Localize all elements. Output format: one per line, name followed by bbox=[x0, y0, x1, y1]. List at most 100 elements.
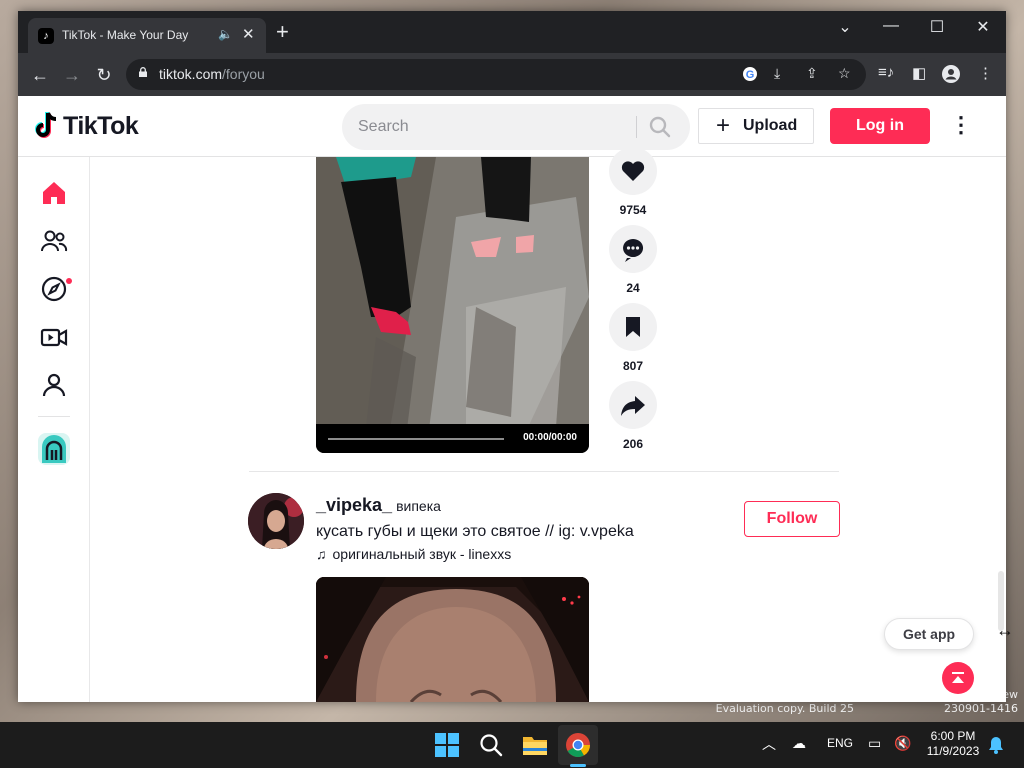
upload-button[interactable]: + Upload bbox=[698, 108, 814, 144]
new-tab-icon[interactable]: + bbox=[276, 21, 289, 43]
profile-icon[interactable] bbox=[942, 65, 960, 83]
chevron-down-icon[interactable]: ⌄ bbox=[830, 17, 860, 37]
get-app-button[interactable]: Get app bbox=[884, 618, 974, 650]
resize-cursor-icon: ↔ bbox=[996, 620, 1014, 640]
active-app-indicator bbox=[570, 764, 586, 767]
google-icon[interactable]: G bbox=[742, 66, 758, 82]
heart-icon bbox=[621, 161, 645, 181]
more-options-icon[interactable]: ⋮ bbox=[950, 112, 972, 140]
bookmark-icon bbox=[626, 317, 640, 337]
avatar[interactable] bbox=[248, 493, 304, 549]
save-action: 807 bbox=[609, 303, 657, 373]
search-input[interactable] bbox=[358, 104, 628, 150]
watermark-build-number: 230901-1416 bbox=[944, 702, 1018, 715]
lock-icon bbox=[139, 67, 147, 77]
share-button[interactable] bbox=[609, 381, 657, 429]
volume-muted-icon[interactable]: 🔇 bbox=[894, 735, 911, 752]
plus-icon: + bbox=[716, 112, 731, 139]
share-count: 206 bbox=[622, 437, 644, 451]
notification-bell-icon[interactable] bbox=[988, 736, 1004, 754]
back-icon[interactable]: ← bbox=[26, 61, 54, 89]
following-icon[interactable] bbox=[40, 227, 68, 255]
video-time: 00:00/00:00 bbox=[523, 432, 577, 443]
file-explorer-icon[interactable] bbox=[522, 732, 548, 758]
url-host: tiktok.com bbox=[159, 66, 223, 82]
close-icon[interactable]: ✕ bbox=[242, 25, 255, 43]
login-button[interactable]: Log in bbox=[830, 108, 930, 144]
creator-tools-icon[interactable] bbox=[38, 433, 70, 465]
music-note-icon: ♫ bbox=[316, 546, 327, 562]
profile-user-icon[interactable] bbox=[40, 371, 68, 399]
windows-start-icon[interactable] bbox=[434, 732, 460, 758]
url-path: /foryou bbox=[222, 66, 265, 82]
chevron-up-icon[interactable]: ︿ bbox=[762, 734, 776, 754]
share-icon[interactable]: ⇪ bbox=[806, 65, 818, 82]
save-button[interactable] bbox=[609, 303, 657, 351]
share-arrow-icon bbox=[621, 396, 645, 416]
cloud-offline-icon[interactable]: ☁ bbox=[792, 735, 806, 752]
video-frame-street bbox=[316, 157, 589, 453]
avatar-image bbox=[248, 493, 304, 549]
live-icon[interactable] bbox=[40, 323, 68, 351]
chrome-icon[interactable] bbox=[565, 732, 591, 758]
comment-action: 24 bbox=[609, 225, 657, 295]
music-title[interactable]: оригинальный звук - linexxs bbox=[333, 546, 512, 562]
home-icon[interactable] bbox=[40, 179, 68, 207]
language-indicator[interactable]: ENG bbox=[827, 736, 853, 750]
search-icon[interactable] bbox=[648, 115, 672, 139]
music-info[interactable]: ♫ оригинальный звук - linexxs bbox=[316, 546, 511, 562]
bookmark-star-icon[interactable]: ☆ bbox=[838, 65, 851, 82]
browser-toolbar: ← → ↻ tiktok.com/foryou G ⤓ ⇪ ☆ ≡♪ ◧ ⋮ bbox=[18, 53, 1006, 96]
tiktok-favicon-icon: ♪ bbox=[38, 28, 54, 44]
search-bar bbox=[342, 104, 690, 150]
post-caption: кусать губы и щеки это святое // ig: v.v… bbox=[316, 523, 634, 540]
window-close-icon[interactable]: ✕ bbox=[968, 17, 998, 37]
url-text: tiktok.com/foryou bbox=[159, 66, 265, 82]
tab-title: TikTok - Make Your Day bbox=[62, 28, 189, 42]
explore-icon[interactable] bbox=[40, 275, 68, 303]
tab-strip: ♪ TikTok - Make Your Day 🔈 ✕ + ⌄ — ☐ ✕ bbox=[18, 11, 1006, 53]
kebab-menu-icon[interactable]: ⋮ bbox=[978, 64, 993, 82]
reload-icon[interactable]: ↻ bbox=[90, 61, 118, 89]
upload-label: Upload bbox=[743, 117, 798, 134]
like-action: 9754 bbox=[609, 147, 657, 217]
network-icon[interactable]: ▭ bbox=[868, 735, 881, 752]
video-player-2[interactable] bbox=[316, 577, 589, 702]
video-controls: 00:00/00:00 bbox=[316, 424, 589, 453]
comment-icon bbox=[623, 239, 644, 262]
nickname: випека bbox=[396, 498, 441, 514]
video-player[interactable]: 00:00/00:00 bbox=[316, 157, 589, 453]
tiktok-logo[interactable]: TikTok bbox=[34, 111, 139, 143]
clock-time: 6:00 PM bbox=[930, 729, 976, 743]
post-author[interactable]: _vipeka_ випека bbox=[316, 495, 441, 516]
speaker-icon[interactable]: 🔈 bbox=[218, 27, 233, 41]
video-progress-bar[interactable] bbox=[328, 438, 504, 440]
address-bar[interactable]: tiktok.com/foryou G ⤓ ⇪ ☆ bbox=[126, 59, 866, 90]
comment-count: 24 bbox=[626, 281, 640, 295]
watermark-build: Evaluation copy. Build 25 bbox=[715, 702, 854, 715]
save-count: 807 bbox=[622, 359, 644, 373]
like-count: 9754 bbox=[619, 203, 647, 217]
svg-text:G: G bbox=[746, 69, 755, 81]
taskbar-search-icon[interactable] bbox=[478, 732, 504, 758]
arrow-up-icon bbox=[952, 672, 964, 683]
like-button[interactable] bbox=[609, 147, 657, 195]
tiktok-header: TikTok + Upload Log in ⋮ bbox=[18, 96, 1006, 157]
feed-separator bbox=[249, 471, 839, 472]
username[interactable]: _vipeka_ bbox=[316, 495, 392, 515]
comment-button[interactable] bbox=[609, 225, 657, 273]
follow-button[interactable]: Follow bbox=[744, 501, 840, 537]
forward-icon[interactable]: → bbox=[58, 61, 86, 89]
tab-tiktok[interactable]: ♪ TikTok - Make Your Day 🔈 ✕ bbox=[28, 18, 266, 53]
search-divider bbox=[636, 116, 637, 138]
clock-date: 11/9/2023 bbox=[926, 744, 980, 758]
scroll-to-top-button[interactable] bbox=[942, 662, 974, 694]
maximize-icon[interactable]: ☐ bbox=[922, 17, 952, 37]
side-panel-icon[interactable]: ◧ bbox=[912, 64, 926, 82]
logo-text: TikTok bbox=[63, 112, 139, 140]
media-control-icon[interactable]: ≡♪ bbox=[878, 64, 894, 81]
clock[interactable]: 6:00 PM 11/9/2023 bbox=[918, 729, 988, 759]
taskbar: ︿ ☁ ENG ▭ 🔇 6:00 PM 11/9/2023 bbox=[0, 722, 1024, 768]
minimize-icon[interactable]: — bbox=[876, 17, 906, 35]
install-icon[interactable]: ⤓ bbox=[774, 65, 780, 82]
